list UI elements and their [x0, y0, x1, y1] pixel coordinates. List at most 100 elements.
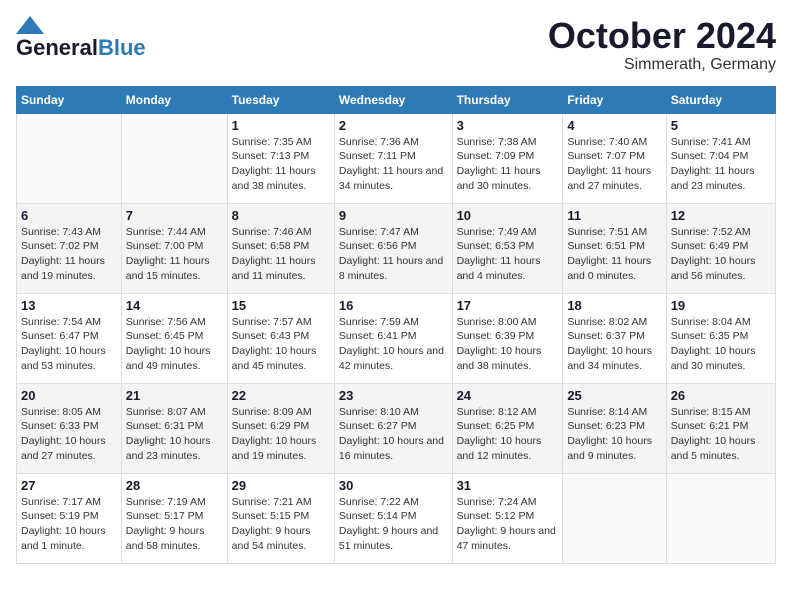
day-number: 31 — [457, 478, 559, 493]
calendar-cell: 11Sunrise: 7:51 AM Sunset: 6:51 PM Dayli… — [563, 203, 666, 293]
calendar-header-row: SundayMondayTuesdayWednesdayThursdayFrid… — [17, 86, 776, 113]
day-number: 29 — [232, 478, 330, 493]
month-title: October 2024 — [548, 16, 776, 56]
calendar-cell: 16 Sunrise: 7:59 AM Sunset: 6:41 PM Dayli… — [334, 293, 452, 383]
calendar-cell: 2 Sunrise: 7:36 AM Sunset: 7:11 PM Daylig… — [334, 113, 452, 203]
calendar-cell: 26 Sunrise: 8:15 AM Sunset: 6:21 PM Dayli… — [666, 383, 775, 473]
day-number: 22 — [232, 388, 330, 403]
day-info: Sunrise: 7:40 AM Sunset: 7:07 PM Dayligh… — [567, 135, 661, 194]
day-number: 8 — [232, 208, 330, 223]
calendar-cell: 3Sunrise: 7:38 AM Sunset: 7:09 PM Daylig… — [452, 113, 563, 203]
calendar-week-row: 20Sunrise: 8:05 AM Sunset: 6:33 PM Dayli… — [17, 383, 776, 473]
calendar-cell: 23 Sunrise: 8:10 AM Sunset: 6:27 PM Dayli… — [334, 383, 452, 473]
day-info: Sunrise: 7:19 AM Sunset: 5:17 PM Dayligh… — [126, 495, 223, 554]
calendar-week-row: 13 Sunrise: 7:54 AM Sunset: 6:47 PM Dayli… — [17, 293, 776, 383]
day-number: 15 — [232, 298, 330, 313]
calendar-cell: 19 Sunrise: 8:04 AM Sunset: 6:35 PM Dayli… — [666, 293, 775, 383]
day-info: Sunrise: 8:15 AM Sunset: 6:21 PM Dayligh… — [671, 405, 771, 464]
calendar-cell: 4 Sunrise: 7:40 AM Sunset: 7:07 PM Daylig… — [563, 113, 666, 203]
calendar-cell: 21 Sunrise: 8:07 AM Sunset: 6:31 PM Dayli… — [121, 383, 227, 473]
day-number: 14 — [126, 298, 223, 313]
logo-icon — [16, 16, 44, 34]
day-number: 3 — [457, 118, 559, 133]
day-number: 28 — [126, 478, 223, 493]
calendar-cell: 7 Sunrise: 7:44 AM Sunset: 7:00 PM Daylig… — [121, 203, 227, 293]
day-number: 2 — [339, 118, 448, 133]
column-header-tuesday: Tuesday — [227, 86, 334, 113]
calendar-cell: 24Sunrise: 8:12 AM Sunset: 6:25 PM Dayli… — [452, 383, 563, 473]
calendar-cell: 6 Sunrise: 7:43 AM Sunset: 7:02 PM Daylig… — [17, 203, 122, 293]
day-number: 4 — [567, 118, 661, 133]
day-number: 9 — [339, 208, 448, 223]
day-info: Sunrise: 8:05 AM Sunset: 6:33 PM Dayligh… — [21, 405, 117, 464]
day-info: Sunrise: 7:57 AM Sunset: 6:43 PM Dayligh… — [232, 315, 330, 374]
day-info: Sunrise: 7:54 AM Sunset: 6:47 PM Dayligh… — [21, 315, 117, 374]
calendar-cell: 30 Sunrise: 7:22 AM Sunset: 5:14 PM Dayli… — [334, 473, 452, 563]
calendar-cell: 27 Sunrise: 7:17 AM Sunset: 5:19 PM Dayli… — [17, 473, 122, 563]
day-info: Sunrise: 7:56 AM Sunset: 6:45 PM Dayligh… — [126, 315, 223, 374]
day-info: Sunrise: 8:09 AM Sunset: 6:29 PM Dayligh… — [232, 405, 330, 464]
calendar-cell — [666, 473, 775, 563]
day-info: Sunrise: 8:12 AM Sunset: 6:25 PM Dayligh… — [457, 405, 559, 464]
page-header: GeneralBlue October 2024 Simmerath, Germ… — [16, 16, 776, 74]
day-number: 27 — [21, 478, 117, 493]
calendar-cell: 15 Sunrise: 7:57 AM Sunset: 6:43 PM Dayli… — [227, 293, 334, 383]
calendar-cell — [563, 473, 666, 563]
calendar-cell: 1Sunrise: 7:35 AM Sunset: 7:13 PM Daylig… — [227, 113, 334, 203]
column-header-sunday: Sunday — [17, 86, 122, 113]
calendar-cell: 14 Sunrise: 7:56 AM Sunset: 6:45 PM Dayli… — [121, 293, 227, 383]
day-info: Sunrise: 8:04 AM Sunset: 6:35 PM Dayligh… — [671, 315, 771, 374]
day-number: 11 — [567, 208, 661, 223]
day-number: 21 — [126, 388, 223, 403]
day-number: 30 — [339, 478, 448, 493]
logo-general: General — [16, 36, 98, 60]
day-info: Sunrise: 8:07 AM Sunset: 6:31 PM Dayligh… — [126, 405, 223, 464]
day-info: Sunrise: 7:24 AM Sunset: 5:12 PM Dayligh… — [457, 495, 559, 554]
day-number: 10 — [457, 208, 559, 223]
day-number: 17 — [457, 298, 559, 313]
day-number: 23 — [339, 388, 448, 403]
day-info: Sunrise: 8:14 AM Sunset: 6:23 PM Dayligh… — [567, 405, 661, 464]
day-number: 7 — [126, 208, 223, 223]
day-number: 26 — [671, 388, 771, 403]
day-number: 1 — [232, 118, 330, 133]
day-number: 16 — [339, 298, 448, 313]
day-info: Sunrise: 7:47 AM Sunset: 6:56 PM Dayligh… — [339, 225, 448, 284]
day-info: Sunrise: 7:41 AM Sunset: 7:04 PM Dayligh… — [671, 135, 771, 194]
day-info: Sunrise: 7:52 AM Sunset: 6:49 PM Dayligh… — [671, 225, 771, 284]
day-info: Sunrise: 7:36 AM Sunset: 7:11 PM Dayligh… — [339, 135, 448, 194]
day-info: Sunrise: 7:22 AM Sunset: 5:14 PM Dayligh… — [339, 495, 448, 554]
day-info: Sunrise: 7:59 AM Sunset: 6:41 PM Dayligh… — [339, 315, 448, 374]
day-number: 6 — [21, 208, 117, 223]
calendar-cell: 25 Sunrise: 8:14 AM Sunset: 6:23 PM Dayli… — [563, 383, 666, 473]
day-number: 5 — [671, 118, 771, 133]
day-number: 12 — [671, 208, 771, 223]
day-info: Sunrise: 8:10 AM Sunset: 6:27 PM Dayligh… — [339, 405, 448, 464]
calendar-cell: 10Sunrise: 7:49 AM Sunset: 6:53 PM Dayli… — [452, 203, 563, 293]
column-header-thursday: Thursday — [452, 86, 563, 113]
calendar-table: SundayMondayTuesdayWednesdayThursdayFrid… — [16, 86, 776, 564]
day-info: Sunrise: 7:44 AM Sunset: 7:00 PM Dayligh… — [126, 225, 223, 284]
day-number: 18 — [567, 298, 661, 313]
logo-blue: Blue — [98, 36, 146, 60]
title-area: October 2024 Simmerath, Germany — [548, 16, 776, 74]
day-info: Sunrise: 7:46 AM Sunset: 6:58 PM Dayligh… — [232, 225, 330, 284]
calendar-week-row: 1Sunrise: 7:35 AM Sunset: 7:13 PM Daylig… — [17, 113, 776, 203]
column-header-friday: Friday — [563, 86, 666, 113]
day-number: 19 — [671, 298, 771, 313]
calendar-cell: 31 Sunrise: 7:24 AM Sunset: 5:12 PM Dayli… — [452, 473, 563, 563]
calendar-cell — [17, 113, 122, 203]
calendar-cell: 5 Sunrise: 7:41 AM Sunset: 7:04 PM Daylig… — [666, 113, 775, 203]
calendar-cell: 18Sunrise: 8:02 AM Sunset: 6:37 PM Dayli… — [563, 293, 666, 383]
calendar-cell: 22 Sunrise: 8:09 AM Sunset: 6:29 PM Dayli… — [227, 383, 334, 473]
calendar-cell: 20Sunrise: 8:05 AM Sunset: 6:33 PM Dayli… — [17, 383, 122, 473]
day-info: Sunrise: 7:43 AM Sunset: 7:02 PM Dayligh… — [21, 225, 117, 284]
calendar-cell: 17Sunrise: 8:00 AM Sunset: 6:39 PM Dayli… — [452, 293, 563, 383]
day-number: 13 — [21, 298, 117, 313]
calendar-cell: 28 Sunrise: 7:19 AM Sunset: 5:17 PM Dayli… — [121, 473, 227, 563]
day-number: 25 — [567, 388, 661, 403]
column-header-saturday: Saturday — [666, 86, 775, 113]
day-info: Sunrise: 7:17 AM Sunset: 5:19 PM Dayligh… — [21, 495, 117, 554]
column-header-wednesday: Wednesday — [334, 86, 452, 113]
calendar-cell: 29Sunrise: 7:21 AM Sunset: 5:15 PM Dayli… — [227, 473, 334, 563]
